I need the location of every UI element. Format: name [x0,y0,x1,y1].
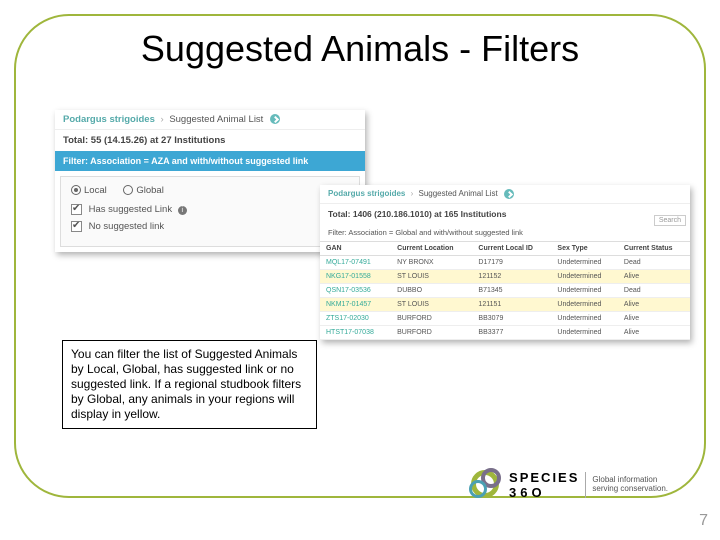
breadcrumb: Podargus strigoides › Suggested Animal L… [320,185,690,204]
cell-gan: NKM17-01457 [320,298,391,312]
page-number: 7 [699,512,708,530]
breadcrumb-separator: › [161,114,164,125]
logo-mark-icon [469,468,503,502]
table-header-row: GAN Current Location Current Local ID Se… [320,242,690,256]
logo-divider [585,472,586,498]
refresh-icon [270,114,280,124]
cell-loc: BURFORD [391,326,472,340]
radio-local[interactable] [71,185,81,195]
cell-id: 121152 [472,270,551,284]
filter-summary-text: Filter: Association = Global and with/wi… [320,224,690,241]
breadcrumb-separator: › [411,189,414,198]
cell-gan: MQL17-07491 [320,256,391,270]
cell-sex: Undetermined [551,312,618,326]
cell-id: BB3377 [472,326,551,340]
search-input[interactable]: Search [654,215,686,226]
table-panel-screenshot: Podargus strigoides › Suggested Animal L… [320,185,690,340]
cell-status: Alive [618,298,690,312]
cell-id: D17179 [472,256,551,270]
cell-id: BB3079 [472,312,551,326]
col-localid[interactable]: Current Local ID [472,242,551,256]
table-row[interactable]: HTST17-07038BURFORDBB3377UndeterminedAli… [320,326,690,340]
cell-sex: Undetermined [551,284,618,298]
refresh-icon [504,189,514,199]
table-row[interactable]: NKG17-01558ST LOUIS121152UndeterminedAli… [320,270,690,284]
cell-loc: DUBBO [391,284,472,298]
checkbox-no-link[interactable] [71,221,82,232]
cell-status: Dead [618,256,690,270]
caption-box: You can filter the list of Suggested Ani… [62,340,317,429]
cell-loc: NY BRONX [391,256,472,270]
col-sex[interactable]: Sex Type [551,242,618,256]
cell-sex: Undetermined [551,270,618,284]
filter-summary-bar: Filter: Association = AZA and with/witho… [55,151,365,171]
col-status[interactable]: Current Status [618,242,690,256]
radio-local-label: Local [84,185,107,196]
slide-title: Suggested Animals - Filters [0,28,720,70]
cell-sex: Undetermined [551,298,618,312]
total-text: Total: 1406 (210.186.1010) at 165 Instit… [320,204,690,224]
radio-global-label: Global [136,185,163,196]
cell-gan: HTST17-07038 [320,326,391,340]
cell-gan: NKG17-01558 [320,270,391,284]
species360-logo: SPECIES 36O Global information serving c… [469,468,668,502]
breadcrumb-page: Suggested Animal List [169,114,263,125]
logo-brand2: 36O [509,485,579,500]
cell-id: B71345 [472,284,551,298]
cell-gan: ZTS17-02030 [320,312,391,326]
filter-panel-screenshot: Podargus strigoides › Suggested Animal L… [55,110,365,252]
breadcrumb: Podargus strigoides › Suggested Animal L… [55,110,365,130]
filter-controls: Local Global Has suggested Link i No sug… [60,176,360,247]
cell-status: Dead [618,284,690,298]
logo-tagline2: serving conservation. [592,485,668,494]
checkbox-has-link-label: Has suggested Link [89,204,172,215]
checkbox-has-link[interactable] [71,204,82,215]
cell-loc: BURFORD [391,312,472,326]
animals-table: GAN Current Location Current Local ID Se… [320,241,690,340]
col-gan[interactable]: GAN [320,242,391,256]
scope-radio-group: Local Global [71,185,349,196]
logo-brand: SPECIES [509,470,579,485]
cell-gan: QSN17-03536 [320,284,391,298]
radio-global[interactable] [123,185,133,195]
breadcrumb-species: Podargus strigoides [328,189,405,198]
info-icon[interactable]: i [178,206,187,215]
cell-sex: Undetermined [551,256,618,270]
table-row[interactable]: QSN17-03536DUBBOB71345UndeterminedDead [320,284,690,298]
table-row[interactable]: ZTS17-02030BURFORDBB3079UndeterminedAliv… [320,312,690,326]
cell-status: Alive [618,326,690,340]
total-text: Total: 55 (14.15.26) at 27 Institutions [55,130,365,151]
breadcrumb-page: Suggested Animal List [419,189,498,198]
col-location[interactable]: Current Location [391,242,472,256]
cell-sex: Undetermined [551,326,618,340]
cell-id: 121151 [472,298,551,312]
cell-loc: ST LOUIS [391,270,472,284]
cell-status: Alive [618,270,690,284]
cell-loc: ST LOUIS [391,298,472,312]
checkbox-no-link-label: No suggested link [89,221,165,232]
cell-status: Alive [618,312,690,326]
table-row[interactable]: NKM17-01457ST LOUIS121151UndeterminedAli… [320,298,690,312]
breadcrumb-species: Podargus strigoides [63,114,155,125]
table-row[interactable]: MQL17-07491NY BRONXD17179UndeterminedDea… [320,256,690,270]
